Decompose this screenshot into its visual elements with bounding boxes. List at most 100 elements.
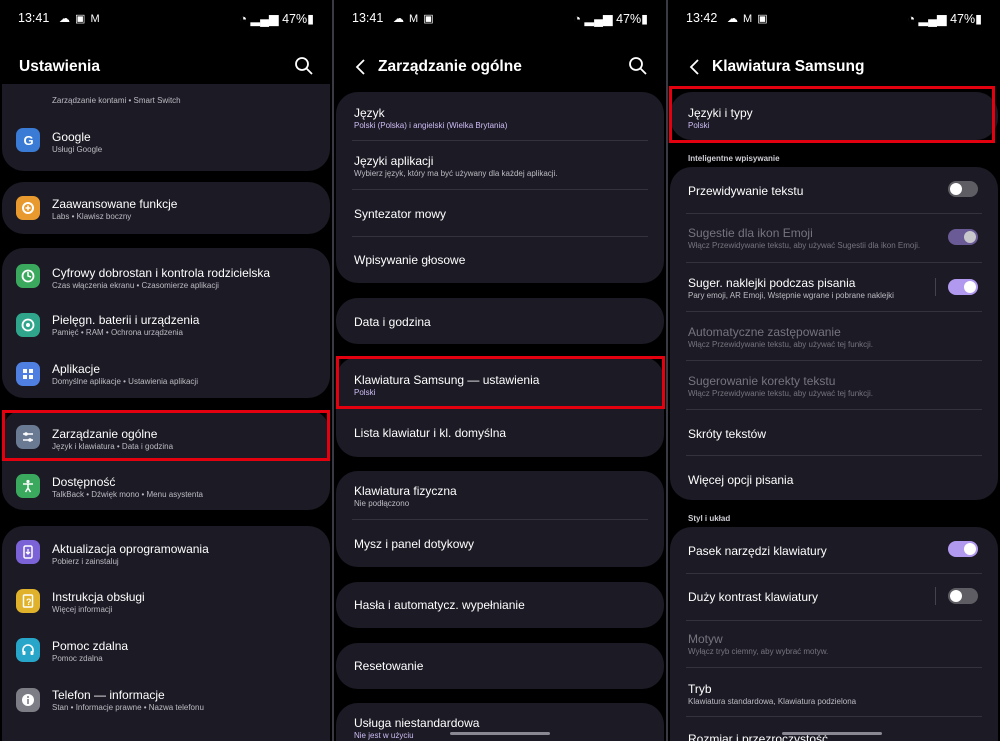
nav-handle[interactable]	[450, 732, 550, 735]
section-header: Styl i układ	[688, 514, 731, 523]
list-item-title: Data i godzina	[354, 315, 431, 329]
settings-group: Hasła i automatycz. wypełnianie	[336, 582, 664, 628]
settings-item-wellbeing[interactable]: Cyfrowy dobrostan i kontrola rodzicielsk…	[2, 252, 330, 300]
settings-group: Przewidywanie tekstu Sugestie dla ikon E…	[670, 167, 998, 500]
settings-item-advanced[interactable]: Zaawansowane funkcje Labs • Klawisz bocz…	[2, 182, 330, 234]
settings-item-subtitle: Pamięć • RAM • Ochrona urządzenia	[52, 328, 183, 337]
battery-icon: ▮	[641, 12, 648, 26]
list-item-title: Wpisywanie głosowe	[354, 253, 466, 267]
list-item-app-languages[interactable]: Języki aplikacji Wybierz język, który ma…	[336, 141, 664, 189]
settings-item-subtitle: TalkBack • Dźwięk mono • Menu asystenta	[52, 490, 203, 499]
separator	[935, 587, 936, 605]
settings-item-title: Google	[52, 130, 91, 144]
list-item-title: Mysz i panel dotykowy	[354, 537, 475, 551]
battery-level: 47%	[616, 12, 642, 26]
list-item-auto-replace: Automatyczne zastępowanie Włącz Przewidy…	[670, 312, 998, 360]
list-item-keyboard-list[interactable]: Lista klawiatur i kl. domyślna	[336, 409, 664, 457]
settings-item-subtitle: Stan • Informacje prawne • Nazwa telefon…	[52, 703, 204, 712]
list-item-title: Sugestie dla ikon Emoji	[688, 226, 813, 240]
list-item-more-typing-options[interactable]: Więcej opcji pisania	[670, 456, 998, 500]
settings-item-subtitle: Pobierz i zainstaluj	[52, 557, 119, 566]
list-item-voice-input[interactable]: Wpisywanie głosowe	[336, 237, 664, 283]
signal-icon: ◔ ▂▄▆	[573, 12, 617, 26]
list-item-subtitle: Pary emoji, AR Emoji, Wstępnie wgrane i …	[688, 291, 894, 300]
settings-item-title: Aktualizacja oprogramowania	[52, 542, 209, 556]
list-item-subtitle: Włącz Przewidywanie tekstu, aby używać t…	[688, 340, 873, 349]
settings-item-subtitle: Usługi Google	[52, 145, 103, 154]
manual-icon: ?	[16, 589, 40, 613]
settings-group: Cyfrowy dobrostan i kontrola rodzicielsk…	[2, 248, 330, 398]
general-management-panel: 13:41 ☁ M ▣ ◔ ▂▄▆ 47%▮ Zarządzanie ogóln…	[334, 0, 666, 741]
page-title: Zarządzanie ogólne	[378, 58, 522, 75]
settings-item-subtitle: Labs • Klawisz boczny	[52, 212, 132, 221]
settings-item-google[interactable]: G Google Usługi Google	[2, 114, 330, 166]
status-bar: 13:42 ☁ M ▣ ◔ ▂▄▆ 47%▮	[686, 11, 982, 27]
settings-item-accessibility[interactable]: Dostępność TalkBack • Dźwięk mono • Menu…	[2, 462, 330, 510]
settings-group: Data i godzina	[336, 298, 664, 344]
list-item-custom-service[interactable]: Usługa niestandardowa Nie jest w użyciu	[336, 703, 664, 741]
wellbeing-icon	[16, 264, 40, 288]
emoji-suggestions-toggle	[948, 229, 978, 245]
settings-group: Pasek narzędzi klawiatury Duży kontrast …	[670, 527, 998, 741]
battery-icon: ▮	[307, 12, 314, 26]
search-icon[interactable]	[628, 56, 648, 76]
settings-item-remote-support[interactable]: Pomoc zdalna Pomoc zdalna	[2, 626, 330, 674]
list-item-title: Sugerowanie korekty tekstu	[688, 374, 836, 388]
list-item-passwords-autofill[interactable]: Hasła i automatycz. wypełnianie	[336, 582, 664, 628]
list-item-date-time[interactable]: Data i godzina	[336, 298, 664, 344]
list-item-subtitle: Nie jest w użyciu	[354, 731, 414, 740]
settings-item-title: Dostępność	[52, 475, 116, 489]
battery-level: 47%	[950, 12, 976, 26]
list-item-language[interactable]: Język Polski (Polska) i angielski (Wielk…	[336, 92, 664, 140]
search-icon[interactable]	[294, 56, 314, 76]
settings-item-subtitle: Zarządzanie kontami • Smart Switch	[52, 96, 181, 105]
list-item-title: Tryb	[688, 682, 712, 696]
settings-item-software-update[interactable]: Aktualizacja oprogramowania Pobierz i za…	[2, 528, 330, 576]
settings-item-user-manual[interactable]: ? Instrukcja obsługi Więcej informacji	[2, 577, 330, 625]
notification-icons: ☁ ▣ M	[59, 13, 101, 25]
samsung-keyboard-panel: 13:42 ☁ M ▣ ◔ ▂▄▆ 47%▮ Klawiatura Samsun…	[668, 0, 1000, 741]
list-item-keyboard-toolbar[interactable]: Pasek narzędzi klawiatury	[670, 527, 998, 573]
settings-item-title: Instrukcja obsługi	[52, 590, 145, 604]
highlight-box	[336, 356, 665, 409]
status-time: 13:41	[352, 11, 384, 25]
settings-item-accounts[interactable]: Zarządzanie kontami • Smart Switch	[2, 84, 330, 106]
settings-item-device-care[interactable]: Pielęgn. baterii i urządzenia Pamięć • R…	[2, 301, 330, 349]
list-item-theme: Motyw Wyłącz tryb ciemny, aby wybrać mot…	[670, 621, 998, 667]
list-item-size-transparency[interactable]: Rozmiar i przezroczystość	[670, 717, 998, 741]
separator	[935, 278, 936, 296]
high-contrast-toggle[interactable]	[948, 588, 978, 604]
settings-item-apps[interactable]: Aplikacje Domyślne aplikacje • Ustawieni…	[2, 350, 330, 398]
settings-group: Aktualizacja oprogramowania Pobierz i za…	[2, 526, 330, 741]
notification-icons: ☁ M ▣	[727, 13, 769, 25]
nav-handle[interactable]	[782, 732, 882, 735]
list-item-text-shortcuts[interactable]: Skróty tekstów	[670, 410, 998, 455]
back-icon[interactable]	[686, 57, 704, 77]
list-item-mouse-touchpad[interactable]: Mysz i panel dotykowy	[336, 520, 664, 567]
list-item-physical-keyboard[interactable]: Klawiatura fizyczna Nie podłączono	[336, 471, 664, 519]
list-item-high-contrast[interactable]: Duży kontrast klawiatury	[670, 574, 998, 620]
toggle-knob	[964, 281, 976, 293]
keyboard-toolbar-toggle[interactable]	[948, 541, 978, 557]
list-item-sticker-suggestions[interactable]: Suger. naklejki podczas pisania Pary emo…	[670, 263, 998, 311]
back-icon[interactable]	[352, 57, 370, 77]
sticker-suggestions-toggle[interactable]	[948, 279, 978, 295]
list-item-reset[interactable]: Resetowanie	[336, 643, 664, 689]
settings-item-about-phone[interactable]: Telefon — informacje Stan • Informacje p…	[2, 676, 330, 724]
notification-icons: ☁ M ▣	[393, 13, 435, 25]
list-item-predictive-text[interactable]: Przewidywanie tekstu	[670, 167, 998, 213]
page-title: Ustawienia	[19, 58, 100, 75]
signal-icon: ◔ ▂▄▆	[239, 12, 283, 26]
predictive-text-toggle[interactable]	[948, 181, 978, 197]
toggle-knob	[964, 543, 976, 555]
signal-icon: ◔ ▂▄▆	[907, 12, 951, 26]
list-item-mode[interactable]: Tryb Klawiatura standardowa, Klawiatura …	[670, 668, 998, 716]
toggle-knob	[950, 183, 962, 195]
settings-item-title: Cyfrowy dobrostan i kontrola rodzicielsk…	[52, 266, 271, 280]
list-item-tts[interactable]: Syntezator mowy	[336, 190, 664, 236]
device-care-icon	[16, 313, 40, 337]
list-item-title: Usługa niestandardowa	[354, 716, 480, 730]
list-item-title: Języki aplikacji	[354, 154, 434, 168]
settings-item-title: Aplikacje	[52, 362, 101, 376]
highlight-box	[2, 410, 330, 461]
